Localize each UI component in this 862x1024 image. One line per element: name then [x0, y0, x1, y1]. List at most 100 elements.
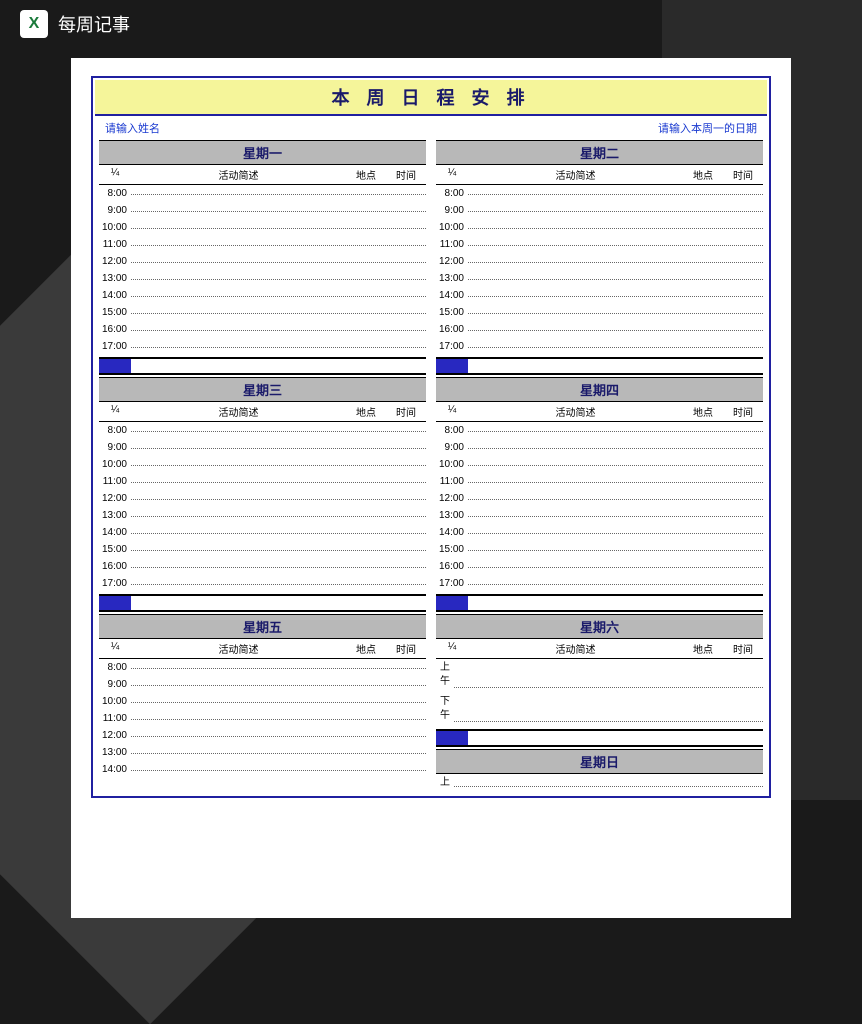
- time-row[interactable]: 17:00: [436, 338, 763, 355]
- time-row[interactable]: 13:00: [99, 270, 426, 287]
- entry-line[interactable]: [468, 516, 763, 517]
- entry-line[interactable]: [131, 702, 426, 703]
- entry-line[interactable]: [131, 770, 426, 771]
- entry-line[interactable]: [468, 262, 763, 263]
- entry-line[interactable]: [131, 516, 426, 517]
- entry-line[interactable]: [131, 330, 426, 331]
- entry-line[interactable]: [131, 736, 426, 737]
- entry-line[interactable]: [468, 584, 763, 585]
- entry-line[interactable]: [131, 550, 426, 551]
- time-row[interactable]: 14:00: [99, 761, 426, 778]
- entry-line[interactable]: [131, 753, 426, 754]
- time-row[interactable]: 9:00: [99, 202, 426, 219]
- entry-line[interactable]: [131, 567, 426, 568]
- entry-line[interactable]: [131, 584, 426, 585]
- entry-line[interactable]: [131, 228, 426, 229]
- time-row[interactable]: 11:00: [436, 236, 763, 253]
- time-row[interactable]: 12:00: [99, 253, 426, 270]
- entry-line[interactable]: [468, 347, 763, 348]
- time-row[interactable]: 10:00: [436, 456, 763, 473]
- time-row[interactable]: 12:00: [99, 727, 426, 744]
- time-row[interactable]: 16:00: [436, 321, 763, 338]
- entry-line[interactable]: [131, 245, 426, 246]
- entry-line[interactable]: [468, 567, 763, 568]
- entry-line[interactable]: [454, 687, 763, 688]
- time-row[interactable]: 16:00: [99, 558, 426, 575]
- entry-line[interactable]: [131, 533, 426, 534]
- entry-line[interactable]: [468, 245, 763, 246]
- time-row[interactable]: 8:00: [436, 185, 763, 202]
- time-row[interactable]: 14:00: [436, 287, 763, 304]
- time-row[interactable]: 13:00: [99, 744, 426, 761]
- time-row[interactable]: 8:00: [99, 185, 426, 202]
- entry-line[interactable]: [131, 668, 426, 669]
- time-row[interactable]: 10:00: [99, 219, 426, 236]
- time-row[interactable]: 16:00: [99, 321, 426, 338]
- time-row[interactable]: 9:00: [436, 202, 763, 219]
- entry-line[interactable]: [454, 721, 763, 722]
- time-row[interactable]: 12:00: [99, 490, 426, 507]
- entry-line[interactable]: [468, 431, 763, 432]
- entry-line[interactable]: [468, 211, 763, 212]
- sat-pm-row[interactable]: 下午: [436, 693, 763, 727]
- time-row[interactable]: 9:00: [99, 676, 426, 693]
- time-row[interactable]: 15:00: [99, 304, 426, 321]
- sun-row[interactable]: 上: [436, 774, 763, 792]
- time-row[interactable]: 12:00: [436, 490, 763, 507]
- entry-line[interactable]: [131, 448, 426, 449]
- time-row[interactable]: 14:00: [99, 524, 426, 541]
- time-row[interactable]: 10:00: [436, 219, 763, 236]
- entry-line[interactable]: [468, 330, 763, 331]
- time-row[interactable]: 13:00: [436, 507, 763, 524]
- entry-line[interactable]: [468, 228, 763, 229]
- time-row[interactable]: 9:00: [436, 439, 763, 456]
- entry-line[interactable]: [131, 482, 426, 483]
- time-row[interactable]: 17:00: [436, 575, 763, 592]
- entry-line[interactable]: [468, 550, 763, 551]
- time-row[interactable]: 11:00: [99, 710, 426, 727]
- entry-line[interactable]: [131, 211, 426, 212]
- sat-am-row[interactable]: 上午: [436, 659, 763, 693]
- entry-line[interactable]: [131, 313, 426, 314]
- entry-line[interactable]: [131, 465, 426, 466]
- entry-line[interactable]: [131, 279, 426, 280]
- time-row[interactable]: 13:00: [99, 507, 426, 524]
- time-row[interactable]: 12:00: [436, 253, 763, 270]
- time-row[interactable]: 14:00: [99, 287, 426, 304]
- entry-line[interactable]: [468, 499, 763, 500]
- entry-line[interactable]: [131, 194, 426, 195]
- time-row[interactable]: 8:00: [99, 659, 426, 676]
- time-row[interactable]: 15:00: [99, 541, 426, 558]
- time-row[interactable]: 8:00: [99, 422, 426, 439]
- entry-line[interactable]: [468, 533, 763, 534]
- time-row[interactable]: 17:00: [99, 338, 426, 355]
- entry-line[interactable]: [131, 296, 426, 297]
- entry-line[interactable]: [468, 482, 763, 483]
- entry-line[interactable]: [468, 313, 763, 314]
- time-row[interactable]: 10:00: [99, 456, 426, 473]
- name-input-placeholder[interactable]: 请输入姓名: [105, 120, 160, 136]
- time-row[interactable]: 11:00: [99, 236, 426, 253]
- date-input-placeholder[interactable]: 请输入本周一的日期: [658, 120, 757, 136]
- time-row[interactable]: 15:00: [436, 304, 763, 321]
- time-row[interactable]: 15:00: [436, 541, 763, 558]
- time-row[interactable]: 8:00: [436, 422, 763, 439]
- time-row[interactable]: 17:00: [99, 575, 426, 592]
- entry-line[interactable]: [131, 499, 426, 500]
- time-row[interactable]: 9:00: [99, 439, 426, 456]
- time-row[interactable]: 14:00: [436, 524, 763, 541]
- entry-line[interactable]: [468, 465, 763, 466]
- entry-line[interactable]: [131, 719, 426, 720]
- entry-line[interactable]: [468, 448, 763, 449]
- entry-line[interactable]: [468, 296, 763, 297]
- entry-line[interactable]: [468, 194, 763, 195]
- time-row[interactable]: 16:00: [436, 558, 763, 575]
- time-row[interactable]: 11:00: [436, 473, 763, 490]
- time-row[interactable]: 10:00: [99, 693, 426, 710]
- entry-line[interactable]: [454, 786, 763, 787]
- time-row[interactable]: 13:00: [436, 270, 763, 287]
- entry-line[interactable]: [131, 347, 426, 348]
- time-row[interactable]: 11:00: [99, 473, 426, 490]
- entry-line[interactable]: [131, 685, 426, 686]
- entry-line[interactable]: [131, 262, 426, 263]
